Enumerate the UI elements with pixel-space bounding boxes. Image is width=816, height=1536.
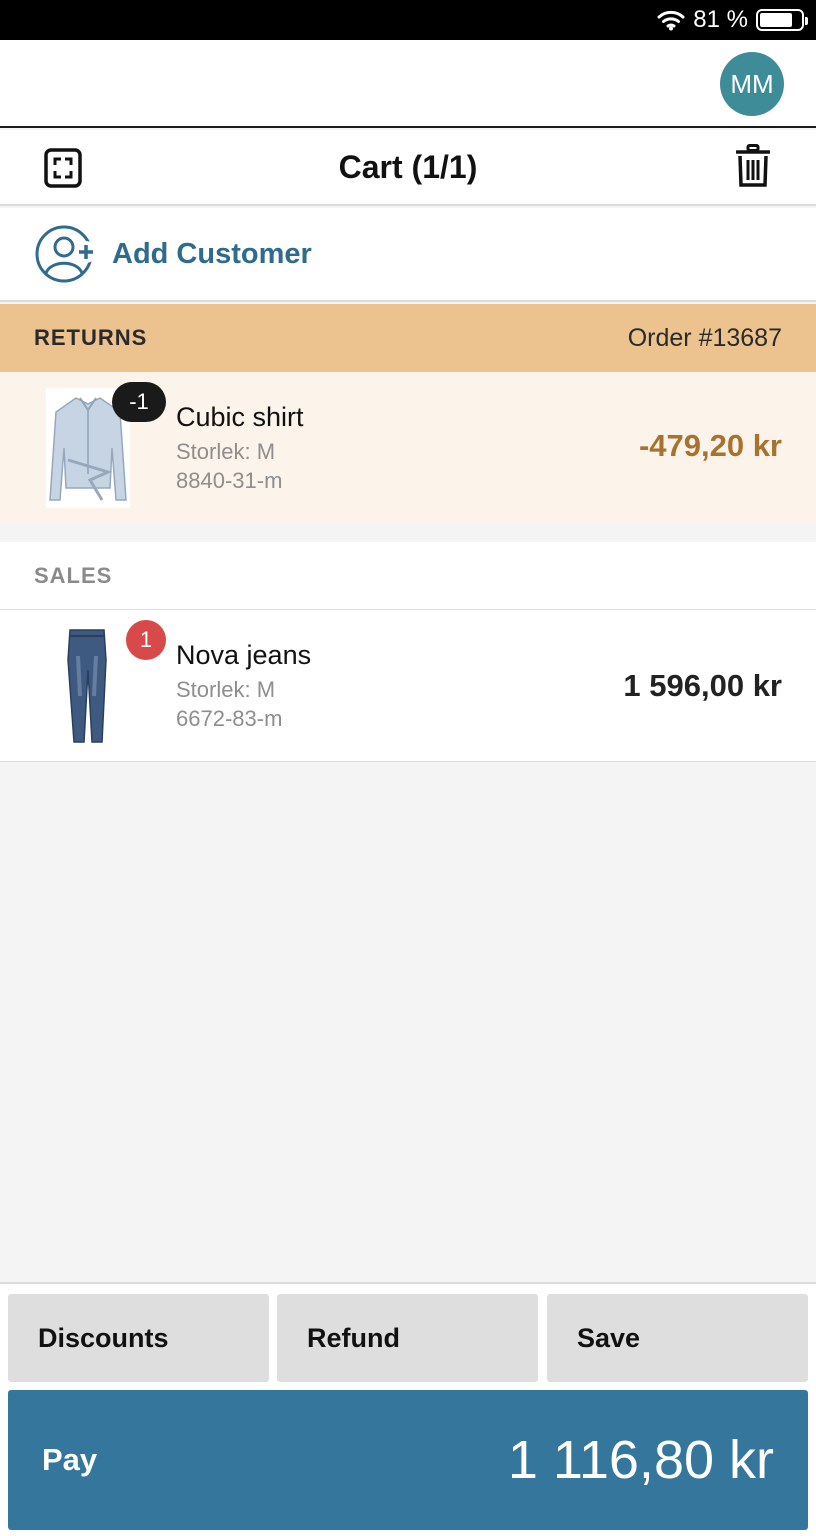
order-number: Order #13687 bbox=[627, 323, 782, 352]
battery-percentage: 81 % bbox=[693, 6, 748, 33]
top-bar: MM bbox=[0, 40, 816, 128]
product-size: Storlek: M bbox=[176, 439, 276, 464]
product-name: Nova jeans bbox=[176, 640, 312, 670]
product-price: 1 596,00 kr bbox=[623, 668, 782, 703]
add-user-icon bbox=[35, 225, 97, 283]
quantity-badge: -1 bbox=[112, 382, 166, 422]
product-sku: 8840-31-m bbox=[176, 468, 283, 493]
refund-button[interactable]: Refund bbox=[277, 1294, 538, 1382]
sales-section-header: SALES bbox=[0, 542, 816, 610]
avatar[interactable]: MM bbox=[720, 52, 784, 116]
returns-section-header: RETURNS Order #13687 bbox=[0, 304, 816, 372]
pay-label: Pay bbox=[42, 1442, 98, 1477]
add-customer-label: Add Customer bbox=[112, 237, 312, 270]
return-item-row[interactable]: -1 Cubic shirt Storlek: M 8840-31-m -479… bbox=[0, 372, 816, 524]
checkout-panel: Discounts Refund Save Pay 1 116,80 kr bbox=[0, 1282, 816, 1536]
product-sku: 6672-83-m bbox=[176, 706, 283, 731]
product-size: Storlek: M bbox=[176, 677, 276, 702]
returns-title: RETURNS bbox=[34, 325, 148, 350]
wifi-icon bbox=[657, 10, 685, 31]
add-customer-button[interactable]: Add Customer bbox=[0, 208, 816, 302]
battery-icon bbox=[756, 9, 808, 31]
product-price: -479,20 kr bbox=[638, 428, 782, 463]
page-title: Cart (1/1) bbox=[338, 148, 478, 185]
jeans-image bbox=[46, 626, 130, 746]
trash-icon[interactable] bbox=[736, 144, 770, 188]
save-button[interactable]: Save bbox=[547, 1294, 808, 1382]
cart-header: Cart (1/1) bbox=[0, 130, 816, 206]
pay-total: 1 116,80 kr bbox=[507, 1430, 774, 1490]
product-name: Cubic shirt bbox=[176, 402, 304, 432]
pay-button[interactable]: Pay 1 116,80 kr bbox=[8, 1390, 808, 1530]
sales-item-row[interactable]: 1 Nova jeans Storlek: M 6672-83-m 1 596,… bbox=[0, 610, 816, 762]
quantity-badge: 1 bbox=[126, 620, 166, 660]
status-bar: 81 % bbox=[0, 0, 816, 40]
discounts-button[interactable]: Discounts bbox=[8, 1294, 269, 1382]
scan-icon[interactable] bbox=[44, 148, 82, 188]
sales-title: SALES bbox=[34, 562, 113, 588]
